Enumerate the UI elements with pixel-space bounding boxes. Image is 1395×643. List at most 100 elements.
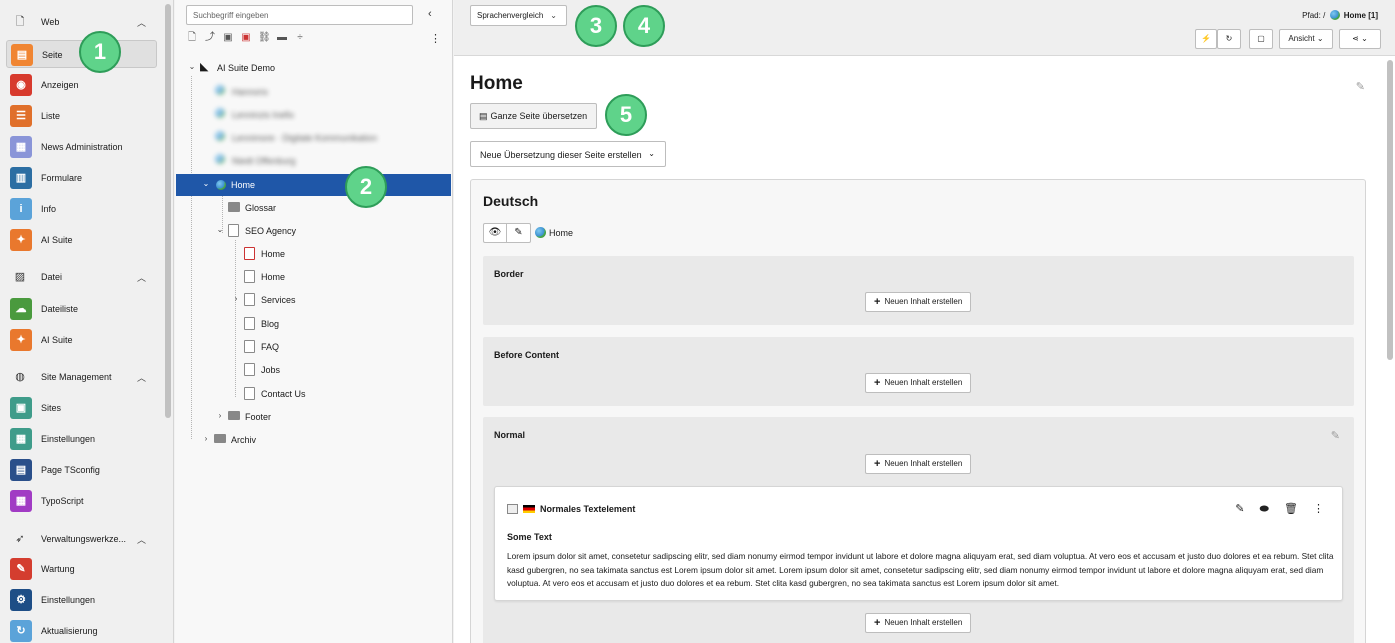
collapse-tree-icon[interactable]: ‹ [428,8,432,20]
tree-node-home-1[interactable]: Home [231,244,431,264]
tree-node-footer[interactable]: › Footer [215,407,415,427]
group-web[interactable]: 🗋 Web ︿ [0,10,160,34]
module-typoscript[interactable]: ▦ TypoScript [6,487,157,515]
tree-node[interactable]: Niedt Offenburg [202,151,442,171]
module-menu-scrollbar[interactable] [165,4,171,418]
gear-icon: ⚙ [10,589,32,611]
globe-icon [1329,10,1340,20]
rocket-icon: ➶ [15,533,25,545]
globe-icon [216,180,226,190]
tsconfig-icon: ▤ [10,459,32,481]
module-einstellungen-site[interactable]: ▦ Einstellungen [6,425,157,453]
globe-icon [535,227,546,238]
content-element[interactable]: Normales Textelement ✎ ⬬ 🗑 ⋮ Some Text L… [494,486,1343,601]
module-anzeigen[interactable]: ◉ Anzeigen [6,71,157,99]
module-liste[interactable]: ☰ Liste [6,102,157,130]
chevron-right-icon[interactable]: › [215,411,225,420]
new-translation-select[interactable]: Neue Übersetzung dieser Seite erstellen … [470,141,666,167]
new-content-button[interactable]: + Neuen Inhalt erstellen [865,373,971,393]
translate-page-button[interactable]: ▤ Ganze Seite übersetzen [470,103,597,129]
new-content-button[interactable]: + Neuen Inhalt erstellen [865,292,971,312]
edit-page-button[interactable]: ✎ [507,223,531,243]
share-dropdown[interactable]: ⋖ ⌄ [1339,29,1381,49]
callout-marker: 2 [345,166,387,208]
module-ai-suite[interactable]: ✦ AI Suite [6,226,157,254]
page-icon [244,293,255,306]
group-site-management[interactable]: ◍ Site Management ︿ [0,365,160,389]
new-content-button[interactable]: + Neuen Inhalt erstellen [865,613,971,633]
module-sites[interactable]: ▣ Sites [6,394,157,422]
more-icon[interactable]: ⋮ [1313,503,1324,515]
link-icon[interactable]: ⛓ [258,32,271,44]
module-einstellungen-admin[interactable]: ⚙ Einstellungen [6,586,157,614]
refresh-icon: ↻ [1225,34,1233,43]
new-page-icon[interactable]: 🗋 [186,32,198,44]
edit-icon[interactable]: ✎ [1235,503,1244,515]
chevron-down-icon[interactable]: ⌄ [187,62,197,71]
colpos-border: Border + Neuen Inhalt erstellen [483,256,1354,325]
content-scrollbar[interactable] [1387,60,1393,360]
new-folder-icon[interactable]: ▣ [240,32,252,44]
tree-node-blog[interactable]: Blog [231,314,431,334]
tree-node-faq[interactable]: FAQ [231,337,431,357]
chevron-down-icon: ⌄ [1316,34,1324,43]
chevron-up-icon: ︿ [137,18,147,28]
tree-search-input[interactable] [186,5,413,25]
new-mountpoint-icon[interactable]: ▣ [222,32,234,44]
new-shortcut-icon[interactable]: ⤴ [204,32,216,44]
group-datei[interactable]: ▨ Datei ︿ [0,265,160,289]
reload-button[interactable]: ↻ [1217,29,1241,49]
folder-icon [228,202,240,212]
spacer-icon[interactable]: ÷ [294,32,306,44]
tree-node-archiv[interactable]: › Archiv [201,430,401,450]
tree-node-root[interactable]: ⌄ ◣ AI Suite Demo [187,58,447,78]
page-title: Home [470,73,523,94]
edit-page-icon[interactable]: ✎ [1356,80,1365,93]
clear-cache-button[interactable]: ⚡ [1195,29,1217,49]
tree-node-jobs[interactable]: Jobs [231,360,431,380]
chevron-down-icon[interactable]: ⌄ [201,179,211,188]
note-icon: ▢ [1257,34,1265,43]
chevron-right-icon[interactable]: › [201,434,211,443]
chevron-down-icon[interactable]: ⌄ [215,225,225,234]
tree-node-home-2[interactable]: Home [231,267,431,287]
language-title: Deutsch [483,193,539,209]
chevron-down-icon: ⌄ [550,11,557,20]
bookmark-button[interactable]: ▢ [1249,29,1273,49]
sysfolder-icon[interactable]: ▬ [276,32,288,44]
module-ai-suite-file[interactable]: ✦ AI Suite [6,326,157,354]
group-verwaltungswerkzeuge[interactable]: ➶ Verwaltungswerkze... ︿ [0,527,160,551]
new-content-button[interactable]: + Neuen Inhalt erstellen [865,454,971,474]
image-icon: ▨ [14,271,26,283]
tree-node[interactable]: Hannorix [202,82,442,102]
trash-icon[interactable]: 🗑 [1284,503,1298,515]
language-view-select[interactable]: Sprachenvergleich ⌄ [470,5,567,26]
module-page-tsconfig[interactable]: ▤ Page TSconfig [6,456,157,484]
view-page-button[interactable]: 👁 [483,223,507,243]
tree-node-seo-agency[interactable]: ⌄ SEO Agency [215,221,415,241]
tree-node-glossar[interactable]: Glossar [215,198,415,218]
chevron-down-icon: ⌄ [648,149,655,158]
tree-node-home-selected[interactable]: ⌄ Home [176,174,451,196]
chevron-right-icon[interactable]: › [231,294,241,303]
page-link[interactable]: Home [535,227,573,238]
tree-node[interactable]: Lenninzis Inefix [202,105,442,125]
module-wartung[interactable]: ✎ Wartung [6,555,157,583]
module-news-administration[interactable]: ▦ News Administration [6,133,157,161]
module-dateiliste[interactable]: ☁ Dateiliste [6,295,157,323]
module-info[interactable]: i Info [6,195,157,223]
page-hidden-icon [244,247,255,260]
module-formulare[interactable]: ▥ Formulare [6,164,157,192]
edit-column-icon[interactable]: ✎ [1331,429,1340,442]
tree-node-contact-us[interactable]: Contact Us [231,384,431,404]
tree-menu-icon[interactable]: ⋮ [430,32,441,45]
page-icon [244,387,255,400]
page-icon [228,224,239,237]
view-dropdown[interactable]: Ansicht ⌄ [1279,29,1333,49]
toggle-icon[interactable]: ⬬ [1260,503,1269,515]
module-menu: 🗋 Web ︿ ▤ Seite ◉ Anzeigen ☰ Liste ▦ New… [0,0,174,643]
tree-node-services[interactable]: › Services [231,290,431,310]
tree-node[interactable]: Lennimore · Digitale Kommunikation [202,128,442,148]
content-area: Sprachenvergleich ⌄ Pfad: / Home [1] ⚡ ↻… [454,0,1395,643]
module-aktualisierung[interactable]: ↻ Aktualisierung [6,617,157,643]
